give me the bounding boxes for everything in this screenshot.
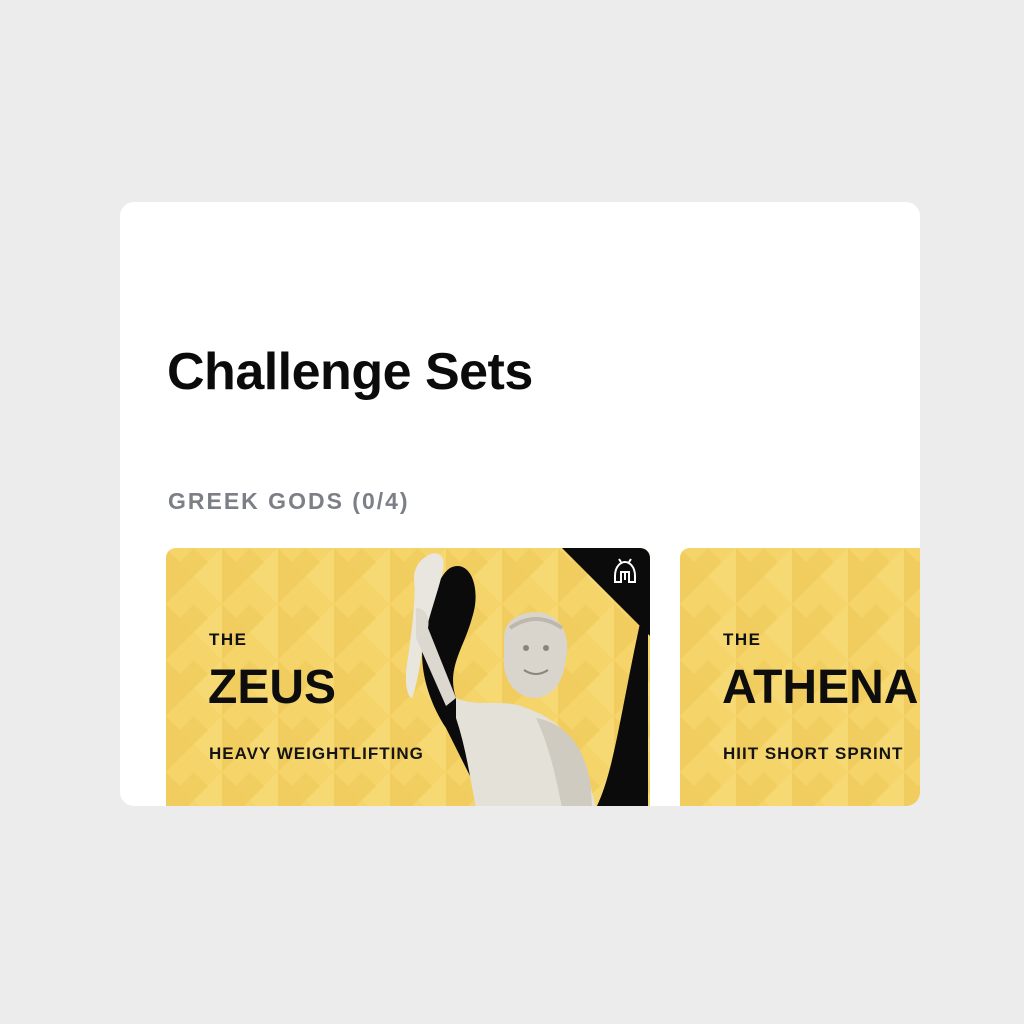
card-subtitle: HEAVY WEIGHTLIFTING xyxy=(209,744,424,763)
card-prefix: THE xyxy=(723,630,762,649)
page-title: Challenge Sets xyxy=(167,343,533,401)
challenge-sets-panel: Challenge Sets GREEK GODS (0/4) THE ZEUS… xyxy=(120,202,920,806)
section-label: GREEK GODS (0/4) xyxy=(168,488,410,514)
challenge-card-athena[interactable]: THE ATHENA HIIT SHORT SPRINT xyxy=(680,548,920,806)
card-title: ATHENA xyxy=(722,661,919,714)
card-title: ZEUS xyxy=(208,661,337,714)
spartan-helmet-icon xyxy=(614,558,636,583)
card-prefix: THE xyxy=(209,630,248,649)
challenge-card-zeus[interactable]: THE ZEUS HEAVY WEIGHTLIFTING xyxy=(166,548,650,806)
card-subtitle: HIIT SHORT SPRINT xyxy=(723,744,904,763)
